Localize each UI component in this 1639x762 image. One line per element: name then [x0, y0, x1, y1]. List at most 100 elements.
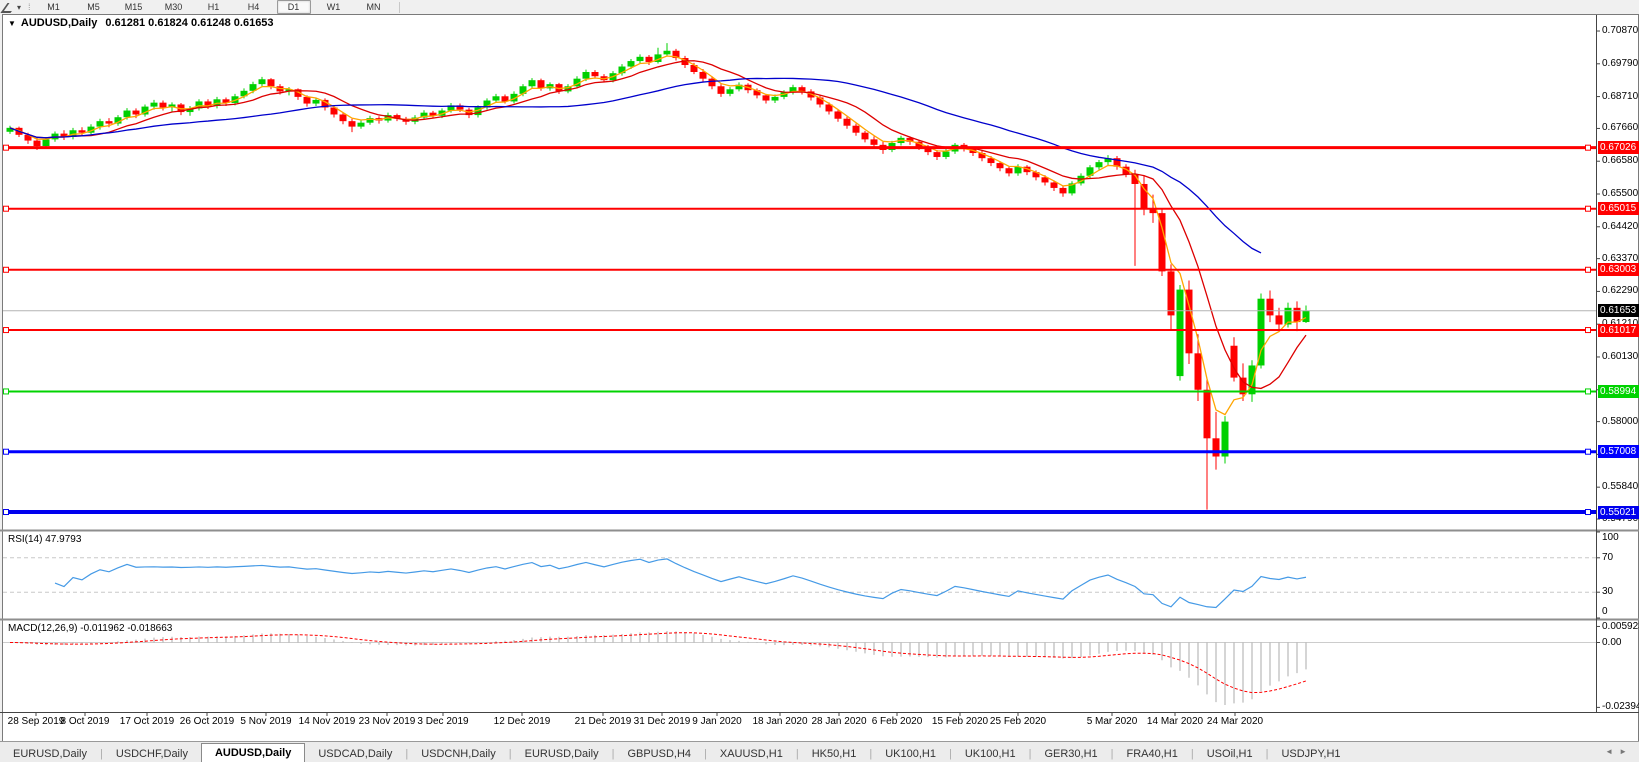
candle-body [934, 152, 941, 157]
line-handle-marker[interactable] [1586, 145, 1591, 150]
line-handle-marker[interactable] [1586, 328, 1591, 333]
candle-body [538, 80, 545, 88]
line-handle-marker[interactable] [4, 328, 9, 333]
candle-body [340, 114, 347, 121]
candle-body [1267, 299, 1274, 316]
candle-body [646, 57, 653, 62]
candle-body [268, 79, 275, 86]
line-handle-marker[interactable] [4, 145, 9, 150]
line-handle-marker[interactable] [1586, 449, 1591, 454]
candle-body [34, 141, 41, 146]
date-axis-label: 18 Jan 2020 [752, 716, 807, 727]
date-axis-label: 28 Jan 2020 [811, 716, 866, 727]
candle-body [133, 111, 140, 115]
date-axis-label: 9 Jan 2020 [692, 716, 742, 727]
candle-body [871, 139, 878, 144]
candle-body [124, 111, 131, 118]
current-price-label: 0.61653 [1598, 304, 1639, 317]
line-price-label: 0.61017 [1598, 324, 1639, 337]
tab-scroll-right-icon[interactable]: ► [1619, 747, 1633, 756]
line-handle-marker[interactable] [4, 389, 9, 394]
price-axis-label: 0.62290 [1602, 285, 1639, 297]
rsi-line [55, 559, 1306, 608]
date-axis-label: 25 Feb 2020 [990, 716, 1046, 727]
price-axis-label: 0.55840 [1602, 481, 1639, 493]
date-axis-label: 15 Feb 2020 [932, 716, 988, 727]
date-axis-label: 26 Oct 2019 [180, 716, 234, 727]
line-handle-marker[interactable] [1586, 267, 1591, 272]
candle-body [862, 133, 869, 140]
price-axis-label: 0.58000 [1602, 416, 1639, 428]
line-price-label: 0.63003 [1598, 263, 1639, 276]
candle-body [493, 96, 500, 100]
line-handle-marker[interactable] [4, 206, 9, 211]
price-axis-label: 0.68710 [1602, 91, 1639, 103]
candle-body [664, 51, 671, 55]
candlesticks[interactable] [7, 43, 1310, 509]
candle-body [97, 121, 104, 126]
date-axis-label: 5 Mar 2020 [1087, 716, 1138, 727]
candle-body [637, 57, 644, 61]
candle-body [1258, 299, 1265, 366]
line-handle-marker[interactable] [1586, 389, 1591, 394]
candle-body [727, 89, 734, 94]
candle-body [1150, 209, 1157, 213]
line-handle-marker[interactable] [4, 267, 9, 272]
tab-scroll-left-icon[interactable]: ◄ [1605, 747, 1619, 756]
candle-body [43, 139, 50, 146]
line-price-label: 0.55021 [1598, 506, 1639, 519]
chart-symbol: AUDUSD,Daily [21, 17, 97, 29]
rsi-axis-label: 70 [1602, 552, 1639, 564]
candle-body [1168, 271, 1175, 315]
candle-body [304, 97, 311, 104]
candle-body [529, 80, 536, 86]
date-axis-label: 24 Mar 2020 [1207, 716, 1263, 727]
price-axis-label: 0.60130 [1602, 351, 1639, 363]
candle-body [853, 126, 860, 133]
candle-body [106, 121, 113, 123]
date-axis-label: 31 Dec 2019 [634, 716, 691, 727]
candle-body [1195, 353, 1202, 389]
candle-body [259, 79, 266, 84]
chart-dropdown-icon[interactable]: ▼ [8, 19, 16, 28]
candle-body [763, 95, 770, 100]
price-axis-label: 0.70870 [1602, 25, 1639, 37]
tab-scroll-arrows: ◄► [1605, 747, 1633, 756]
candle-body [151, 103, 158, 107]
macd-label: MACD(12,26,9) -0.011962 -0.018663 [8, 623, 172, 634]
candle-body [1051, 182, 1058, 187]
candle-body [709, 79, 716, 87]
candle-body [835, 111, 842, 118]
rsi-label: RSI(14) 47.9793 [8, 534, 81, 545]
candle-body [1060, 188, 1067, 193]
date-axis-label: 8 Oct 2019 [61, 716, 110, 727]
mt4-terminal: ▾ ⁞ M1M5M15M30H1H4D1W1MN ▼AUDUSD,Daily0.… [0, 0, 1639, 762]
candle-body [628, 61, 635, 66]
candle-body [592, 72, 599, 76]
line-price-label: 0.58994 [1598, 385, 1639, 398]
candle-body [700, 72, 707, 79]
candle-body [358, 123, 365, 127]
macd-axis-label: -0.023944 [1602, 701, 1639, 713]
candle-body [583, 72, 590, 79]
line-handle-marker[interactable] [4, 510, 9, 515]
line-handle-marker[interactable] [4, 449, 9, 454]
candle-body [1294, 308, 1301, 322]
macd-axis-label: 0.005923 [1602, 621, 1639, 633]
date-axis-label: 12 Dec 2019 [494, 716, 551, 727]
date-axis-label: 3 Dec 2019 [417, 716, 468, 727]
date-axis-label: 21 Dec 2019 [575, 716, 632, 727]
candle-body [943, 152, 950, 157]
line-handle-marker[interactable] [1586, 206, 1591, 211]
date-axis-label: 14 Mar 2020 [1147, 716, 1203, 727]
candle-body [1096, 162, 1103, 167]
chart-ohlc-values: 0.61281 0.61824 0.61248 0.61653 [105, 17, 273, 29]
candle-body [1177, 290, 1184, 376]
line-price-label: 0.57008 [1598, 445, 1639, 458]
ma-line-medium [10, 61, 1306, 389]
line-handle-marker[interactable] [1586, 510, 1591, 515]
chart-canvas[interactable] [0, 0, 1639, 762]
candle-body [1276, 315, 1283, 324]
price-axis-label: 0.69790 [1602, 58, 1639, 70]
rsi-axis-label: 100 [1602, 532, 1639, 544]
